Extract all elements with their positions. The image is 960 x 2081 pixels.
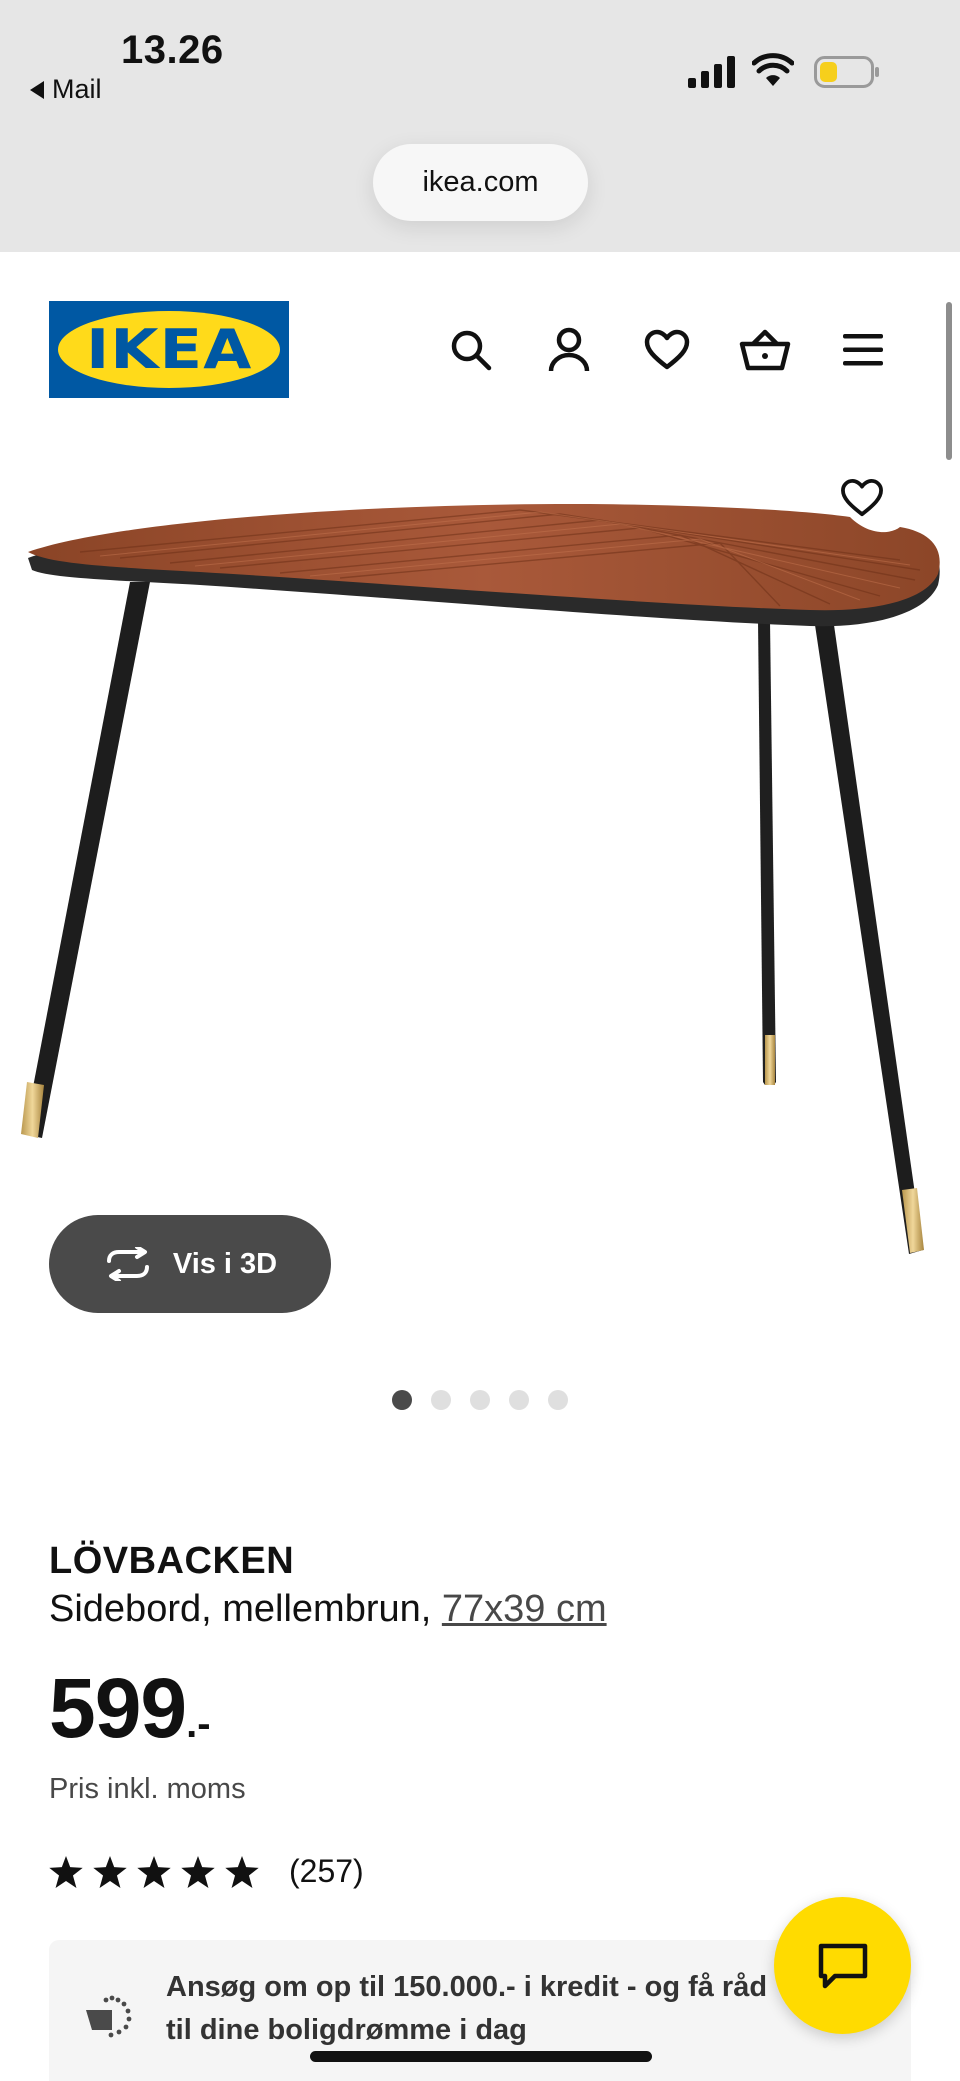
logo-oval: IKEA <box>58 311 280 388</box>
star-icon <box>137 1855 171 1888</box>
review-count: (257) <box>289 1853 364 1889</box>
address-bar[interactable]: ikea.com <box>373 144 588 221</box>
gallery-dot-5[interactable] <box>548 1390 568 1410</box>
back-to-mail-link[interactable]: Mail <box>30 74 102 105</box>
heart-icon <box>841 478 883 517</box>
home-indicator[interactable] <box>310 2051 652 2062</box>
product-description: Sidebord, mellembrun, 77x39 cm <box>49 1588 607 1631</box>
browser-chrome: 13.26 Mail ikea.com <box>0 0 960 252</box>
ikea-logo[interactable]: IKEA <box>49 301 289 398</box>
account-icon[interactable] <box>541 322 597 378</box>
price-value: 599 <box>49 1661 187 1755</box>
add-to-favorites-button[interactable] <box>834 470 890 526</box>
rating-stars <box>49 1855 259 1888</box>
product-rating[interactable]: (257) <box>49 1853 364 1890</box>
star-icon <box>93 1855 127 1888</box>
rotate-3d-icon <box>106 1247 149 1281</box>
view-in-3d-label: Vis i 3D <box>172 1247 278 1280</box>
gallery-dot-3[interactable] <box>470 1390 490 1410</box>
credit-banner-text: Ansøg om op til 150.000.- i kredit - og … <box>166 1971 768 2046</box>
piggy-bank-icon <box>86 1995 132 2038</box>
logo-text: IKEA <box>85 318 253 381</box>
basket-icon[interactable] <box>737 322 793 378</box>
gallery-dot-1[interactable] <box>392 1390 412 1410</box>
star-icon <box>181 1855 215 1888</box>
wifi-icon <box>752 53 794 86</box>
price-suffix: .- <box>186 1702 211 1746</box>
status-time: 13.26 <box>121 28 224 72</box>
gallery-dot-2[interactable] <box>431 1390 451 1410</box>
product-price: 599 .- <box>49 1666 211 1750</box>
search-icon[interactable] <box>443 322 499 378</box>
gallery-pagination <box>392 1390 568 1410</box>
star-icon <box>49 1855 83 1888</box>
back-arrow-icon <box>30 80 44 99</box>
back-label: Mail <box>52 74 102 104</box>
vat-note: Pris inkl. moms <box>49 1773 246 1805</box>
menu-icon[interactable] <box>835 322 891 378</box>
chat-button[interactable] <box>774 1897 911 2034</box>
battery-icon <box>814 56 879 88</box>
scrollbar-thumb[interactable] <box>946 302 952 460</box>
product-dimensions-link[interactable]: 77x39 cm <box>442 1588 607 1630</box>
gallery-dot-4[interactable] <box>509 1390 529 1410</box>
cellular-signal-icon <box>688 56 735 88</box>
star-icon <box>225 1855 259 1888</box>
chat-icon <box>818 1943 867 1988</box>
product-image[interactable] <box>0 440 960 1270</box>
favorites-icon[interactable] <box>639 322 695 378</box>
product-type: Sidebord, mellembrun, <box>49 1588 442 1630</box>
view-in-3d-button[interactable]: Vis i 3D <box>49 1215 331 1313</box>
product-name: LÖVBACKEN <box>49 1540 295 1582</box>
